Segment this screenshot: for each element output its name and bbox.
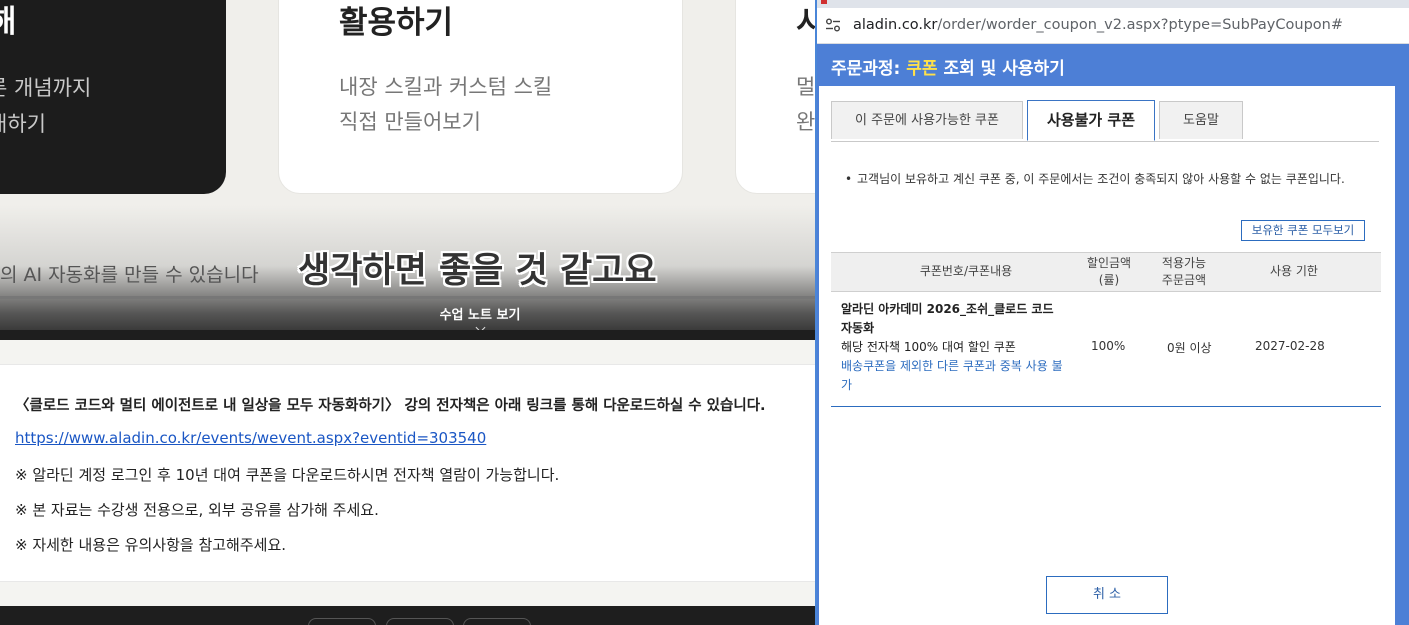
title-prefix: 주문과정: [831, 59, 907, 79]
tab-available-coupons[interactable]: 이 주문에 사용가능한 쿠폰 [831, 101, 1023, 139]
slide-card-partial: 시 멀 완 [735, 0, 816, 194]
url-path: /order/worder_coupon_v2.aspx?ptype=SubPa… [937, 17, 1343, 33]
address-bar[interactable]: aladin.co.kr/order/worder_coupon_v2.aspx… [817, 8, 1409, 44]
header-discount-line: 할인금액 [1086, 256, 1132, 270]
popup-title: 주문과정: 쿠폰 조회 및 사용하기 [831, 54, 1065, 79]
header-discount-line: (률) [1098, 273, 1120, 287]
coupon-name: 알라딘 아카데미 2026_조쉬_클로드 코드 자동화 [841, 302, 1054, 335]
notice-text: 고객님이 보유하고 계신 쿠폰 중, 이 주문에서는 조건이 충족되지 않아 사… [857, 172, 1345, 186]
notes-heading: 〈클로드 코드와 멀티 에이전트로 내 일상을 모두 자동화하기〉 강의 전자책… [15, 398, 766, 414]
tab-help[interactable]: 도움말 [1159, 101, 1243, 139]
coupon-info: 알라딘 아카데미 2026_조쉬_클로드 코드 자동화 해당 전자책 100% … [841, 300, 1066, 395]
header-min-amount: 적용가능 주문금액 [1149, 255, 1219, 289]
notes-text: ※ 자세한 내용은 유의사항을 참고해주세요. [15, 536, 287, 554]
slide-card-text: 내장 스킬과 커스텀 스킬 [339, 75, 553, 99]
cancel-button[interactable]: 취 소 [1046, 576, 1168, 614]
slide-card-title: 시 [796, 5, 816, 41]
lecture-notes-panel: 〈클로드 코드와 멀티 에이전트로 내 일상을 모두 자동화하기〉 강의 전자책… [0, 364, 816, 582]
favicon [821, 0, 827, 4]
popup-header: 주문과정: 쿠폰 조회 및 사용하기 [817, 44, 1409, 86]
slide-caption: 의 AI 자동화를 만들 수 있습니다 [0, 264, 259, 286]
slide-card-text: 른 개념까지 [0, 76, 92, 100]
header-expiry: 사용 기한 [1270, 264, 1318, 278]
table-header: 쿠폰번호/쿠폰내용 할인금액 (률) 적용가능 주문금액 사용 기한 [831, 252, 1381, 292]
coupon-tabs: 이 주문에 사용가능한 쿠폰 사용불가 쿠폰 도움말 [831, 100, 1379, 142]
header-min-line: 적용가능 [1161, 256, 1207, 270]
slide-card-skills: 활용하기 내장 스킬과 커스텀 스킬 직접 만들어보기 [278, 0, 683, 194]
slide-card-title: 해 [0, 4, 17, 40]
url-text[interactable]: aladin.co.kr/order/worder_coupon_v2.aspx… [853, 17, 1343, 33]
bottom-nav-button[interactable] [386, 618, 454, 625]
video-controls-strip [0, 330, 816, 340]
video-player[interactable]: 해 른 개념까지 대하기 활용하기 내장 스킬과 커스텀 스킬 직접 만들어보기… [0, 0, 816, 340]
video-progress-bar[interactable] [0, 296, 816, 299]
view-all-coupons-button[interactable]: 보유한 쿠폰 모두보기 [1241, 220, 1365, 241]
coupon-description: 해당 전자책 100% 대여 할인 쿠폰 [841, 340, 1016, 354]
slide-card-text: 완 [796, 110, 816, 134]
url-host: aladin.co.kr [853, 17, 938, 33]
table-row: 알라딘 아카데미 2026_조쉬_클로드 코드 자동화 해당 전자책 100% … [831, 292, 1381, 407]
coupon-restriction: 배송쿠폰을 제외한 다른 쿠폰과 중복 사용 불가 [841, 359, 1063, 392]
slide-card-dark: 해 른 개념까지 대하기 [0, 0, 226, 194]
bottom-nav-button[interactable] [308, 618, 376, 625]
notes-text: ※ 본 자료는 수강생 전용으로, 외부 공유를 삼가해 주세요. [15, 501, 379, 519]
header-discount: 할인금액 (률) [1079, 255, 1139, 289]
slide-card-text: 멀 [796, 75, 816, 99]
note-toggle-button[interactable]: 수업 노트 보기 [420, 304, 540, 333]
header-coupon: 쿠폰번호/쿠폰내용 [919, 264, 1013, 278]
video-subtitle: 생각하면 좋을 것 같고요 [298, 251, 657, 291]
lecture-page: 해 른 개념까지 대하기 활용하기 내장 스킬과 커스텀 스킬 직접 만들어보기… [0, 0, 816, 625]
notes-text: ※ 알라딘 계정 로그인 후 10년 대여 쿠폰을 다운로드하시면 전자책 열람… [15, 466, 560, 484]
slide-card-text: 직접 만들어보기 [339, 110, 481, 134]
slide-card-text: 대하기 [0, 112, 46, 136]
title-highlight: 쿠폰 [906, 59, 938, 79]
title-suffix: 조회 및 사용하기 [937, 59, 1065, 79]
tab-unavailable-coupons[interactable]: 사용불가 쿠폰 [1027, 100, 1155, 141]
header-min-line: 주문금액 [1161, 273, 1207, 287]
coupon-expiry: 2027-02-28 [1255, 339, 1325, 353]
coupon-min-amount: 0원 이상 [1167, 341, 1212, 355]
bullet: • [845, 172, 853, 186]
note-toggle-label: 수업 노트 보기 [439, 308, 521, 323]
tune-icon[interactable] [825, 18, 841, 32]
ebook-download-link[interactable]: https://www.aladin.co.kr/events/wevent.a… [15, 429, 486, 447]
bottom-nav-button[interactable] [463, 618, 531, 625]
popup-frame-right [1395, 86, 1409, 625]
slide-card-title: 활용하기 [339, 5, 454, 41]
coupon-popup-window: aladin.co.kr/order/worder_coupon_v2.aspx… [815, 0, 1409, 625]
window-title-strip [817, 0, 1409, 8]
coupon-discount: 100% [1091, 339, 1126, 353]
popup-frame-left [817, 86, 819, 625]
unavailable-notice: • 고객님이 보유하고 계신 쿠폰 중, 이 주문에서는 조건이 충족되지 않아… [845, 170, 1365, 189]
